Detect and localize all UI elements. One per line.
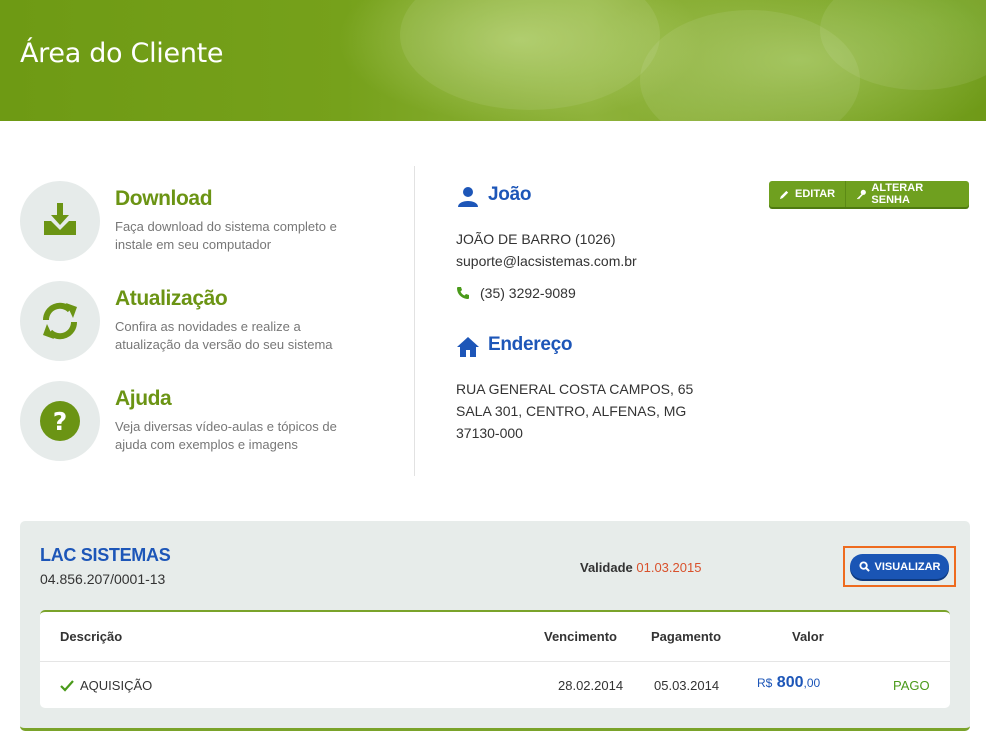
view-button-label: VISUALIZAR: [874, 560, 941, 573]
svg-text:?: ?: [53, 407, 68, 436]
column-divider: [414, 166, 415, 476]
column-header-payment: Pagamento: [651, 629, 722, 644]
user-icon: [458, 187, 478, 207]
key-icon: [856, 189, 866, 199]
check-icon: [60, 679, 74, 692]
validity-label: Validade: [580, 560, 633, 575]
profile-name-title: João: [488, 184, 532, 205]
feature-title: Download: [115, 187, 213, 210]
row-divider: [40, 661, 950, 662]
row-value-integer: 800: [776, 674, 804, 691]
view-button[interactable]: VISUALIZAR: [850, 554, 949, 579]
change-password-label: ALTERAR SENHA: [871, 182, 924, 206]
profile-phone-row: (35) 3292-9089: [456, 285, 576, 301]
feature-help[interactable]: ? Ajuda Veja diversas vídeo-aulas e tópi…: [20, 381, 360, 461]
edit-button-label: EDITAR: [795, 188, 836, 200]
row-value-decimals: ,00: [803, 676, 821, 690]
view-button-highlight: VISUALIZAR: [843, 546, 956, 587]
column-header-value: Valor: [792, 629, 824, 644]
profile-name-line: JOÃO DE BARRO (1026): [456, 231, 616, 247]
row-payment-date: 05.03.2014: [654, 678, 720, 693]
download-tray-icon: [44, 203, 76, 235]
feature-title: Atualização: [115, 287, 228, 310]
profile-phone: (35) 3292-9089: [480, 285, 576, 301]
validity-date: 01.03.2015: [636, 560, 702, 575]
home-icon: [457, 337, 479, 357]
feature-download[interactable]: Download Faça download do sistema comple…: [20, 181, 360, 261]
company-name: LAC SISTEMAS: [40, 545, 171, 565]
row-due-date: 28.02.2014: [558, 678, 624, 693]
feature-icon-circle: ?: [20, 381, 100, 461]
edit-button[interactable]: EDITAR: [769, 181, 845, 207]
company-cnpj: 04.856.207/0001-13: [40, 571, 166, 587]
feature-update[interactable]: Atualização Confira as novidades e reali…: [20, 281, 360, 361]
feature-title: Ajuda: [115, 387, 172, 410]
page-header-banner: Área do Cliente: [0, 0, 986, 121]
feature-description: Veja diversas vídeo-aulas e tópicos de a…: [115, 419, 337, 452]
row-description-cell: AQUISIÇÃO: [60, 678, 152, 693]
feature-description: Confira as novidades e realize a atualiz…: [115, 319, 333, 352]
change-password-button[interactable]: ALTERAR SENHA: [846, 181, 969, 207]
phone-icon: [457, 287, 469, 299]
page-title: Área do Cliente: [20, 38, 224, 69]
address-line-2: SALA 301, CENTRO, ALFENAS, MG: [456, 403, 687, 419]
company-panel: LAC SISTEMAS 04.856.207/0001-13 Validade…: [20, 521, 970, 731]
question-icon: ?: [40, 401, 80, 441]
row-status: PAGO: [893, 678, 930, 693]
search-icon: [858, 561, 870, 572]
row-description: AQUISIÇÃO: [80, 678, 153, 693]
feature-icon-circle: [20, 281, 100, 361]
row-value-currency: R$: [757, 676, 773, 690]
validity-info: Validade 01.03.2015: [580, 560, 701, 575]
profile-email: suporte@lacsistemas.com.br: [456, 253, 637, 269]
profile-heading: João: [458, 184, 532, 207]
address-line-3: 37130-000: [456, 425, 523, 441]
address-title: Endereço: [488, 334, 573, 355]
address-line-1: RUA GENERAL COSTA CAMPOS, 65: [456, 381, 694, 397]
row-value: R$ 800,00: [757, 674, 820, 692]
refresh-icon: [42, 302, 78, 340]
payments-table: Descrição Vencimento Pagamento Valor AQU…: [40, 610, 950, 708]
column-header-description: Descrição: [60, 629, 123, 644]
pencil-icon: [779, 190, 789, 199]
feature-icon-circle: [20, 181, 100, 261]
feature-description: Faça download do sistema completo e inst…: [115, 219, 337, 252]
column-header-due: Vencimento: [544, 629, 617, 644]
profile-actions: EDITAR ALTERAR SENHA: [769, 181, 969, 207]
address-heading: Endereço: [457, 334, 573, 357]
